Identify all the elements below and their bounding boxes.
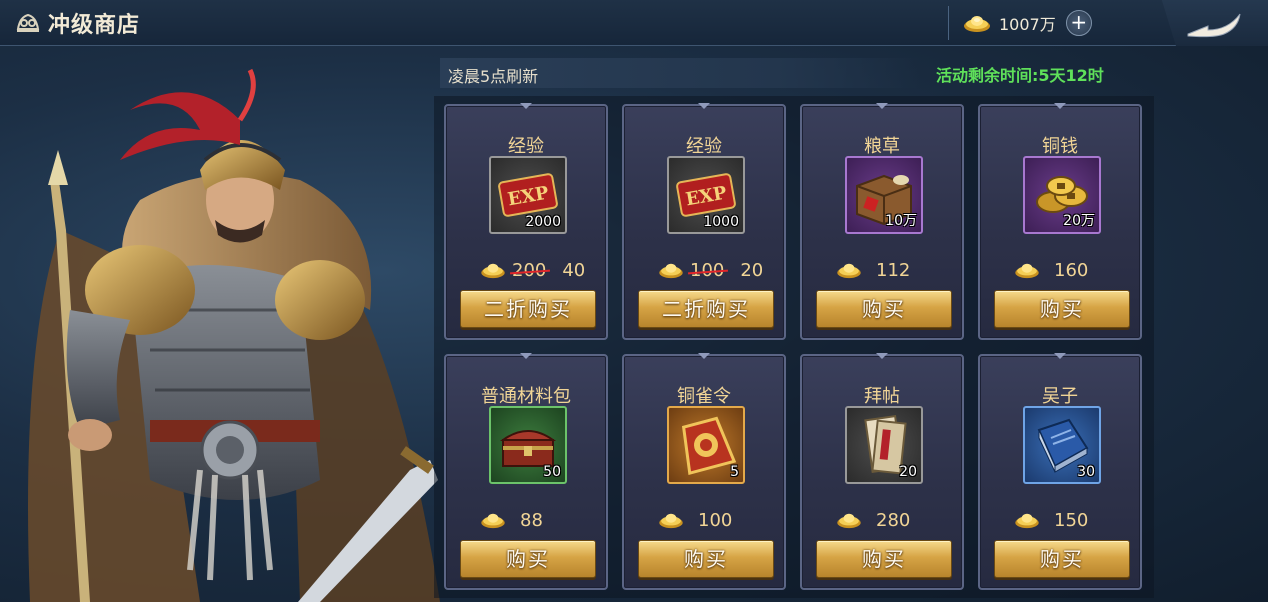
buy-button[interactable]: 购买 — [460, 540, 596, 578]
buy-button[interactable]: 购买 — [994, 290, 1130, 328]
card-notch — [1054, 103, 1066, 109]
general-character-art — [28, 68, 440, 602]
shop-card: 经验 EXP 2000 200 40 二折购买 — [444, 103, 608, 340]
item-name: 经验 — [508, 136, 544, 157]
item-quantity: 30 — [1077, 464, 1095, 480]
shop-card: 铜钱 20万 160 购买 — [978, 103, 1142, 340]
item-quantity: 10万 — [885, 213, 917, 229]
price-row: 112 — [836, 258, 910, 282]
buy-button[interactable]: 购买 — [994, 540, 1130, 578]
gold-ingot-icon — [481, 263, 505, 279]
gold-ingot-icon — [481, 513, 505, 529]
price-row: 200 40 — [480, 258, 585, 282]
original-price: 100 — [690, 259, 725, 281]
card-notch — [876, 353, 888, 359]
discount-buy-button[interactable]: 二折购买 — [638, 290, 774, 328]
price-row: 150 — [1014, 508, 1088, 532]
page-title: 冲级商店 — [48, 13, 141, 38]
back-button[interactable] — [1161, 0, 1268, 46]
shop-logo-icon — [16, 13, 40, 32]
item-slot[interactable]: 30 — [1023, 406, 1101, 484]
gold-ingot-icon — [837, 513, 861, 529]
shop-card: 粮草 10万 112 购买 — [800, 103, 964, 340]
shop-card: 普通材料包 50 88 购买 — [444, 353, 608, 590]
buy-button[interactable]: 购买 — [816, 290, 952, 328]
gold-ingot-icon — [1015, 263, 1039, 279]
item-name: 普通材料包 — [481, 386, 571, 407]
card-notch — [698, 103, 710, 109]
card-notch — [1054, 353, 1066, 359]
shop-card: 吴子 30 150 购买 — [978, 353, 1142, 590]
item-name: 粮草 — [864, 136, 900, 157]
card-notch — [698, 353, 710, 359]
refresh-bar: 凌晨5点刷新 — [440, 58, 920, 88]
discount-buy-button[interactable]: 二折购买 — [460, 290, 596, 328]
price-row: 280 — [836, 508, 910, 532]
item-slot[interactable]: EXP 1000 — [667, 156, 745, 234]
card-notch — [520, 353, 532, 359]
item-price: 112 — [876, 259, 911, 281]
card-notch — [876, 103, 888, 109]
price-row: 88 — [480, 508, 543, 532]
currency-value: 1007万 — [999, 15, 1056, 34]
item-quantity: 20 — [899, 464, 917, 480]
gold-ingot-icon — [659, 263, 683, 279]
item-name: 铜雀令 — [677, 386, 731, 407]
item-slot[interactable]: 5 — [667, 406, 745, 484]
item-name: 吴子 — [1042, 386, 1078, 407]
back-arrow-icon — [1187, 13, 1241, 38]
item-slot[interactable]: EXP 2000 — [489, 156, 567, 234]
buy-button[interactable]: 购买 — [816, 540, 952, 578]
shop-card: 经验 EXP 1000 100 20 二折购买 — [622, 103, 786, 340]
item-name: 铜钱 — [1042, 136, 1078, 157]
item-quantity: 50 — [543, 464, 561, 480]
discount-price: 20 — [740, 259, 764, 281]
item-quantity: 5 — [730, 464, 739, 480]
add-currency-button[interactable]: + — [1065, 10, 1092, 36]
item-slot[interactable]: 20万 — [1023, 156, 1101, 234]
price-row: 160 — [1014, 258, 1088, 282]
item-price: 160 — [1054, 259, 1089, 281]
item-price: 88 — [520, 509, 543, 531]
event-timer-text: 活动剩余时间:5天12时 — [936, 66, 1104, 85]
item-quantity: 20万 — [1063, 213, 1095, 229]
item-price: 100 — [698, 509, 733, 531]
discount-price: 40 — [562, 259, 586, 281]
gold-ingot-icon — [1015, 513, 1039, 529]
gold-ingot-icon — [837, 263, 861, 279]
refresh-time-text: 凌晨5点刷新 — [448, 67, 539, 86]
item-price: 280 — [876, 509, 911, 531]
price-row: 100 20 — [658, 258, 763, 282]
item-slot[interactable]: 50 — [489, 406, 567, 484]
top-bar: 冲级商店 1007万 + — [0, 0, 1268, 46]
price-row: 100 — [658, 508, 732, 532]
original-price: 200 — [512, 259, 547, 281]
currency-display: 1007万 + — [948, 6, 1096, 40]
card-notch — [520, 103, 532, 109]
item-slot[interactable]: 10万 — [845, 156, 923, 234]
item-price: 150 — [1054, 509, 1089, 531]
gold-ingot-icon — [964, 16, 990, 32]
buy-button[interactable]: 购买 — [638, 540, 774, 578]
item-quantity: 2000 — [525, 214, 561, 230]
item-slot[interactable]: 20 — [845, 406, 923, 484]
title-group: 冲级商店 — [14, 8, 140, 38]
item-name: 拜帖 — [864, 386, 900, 407]
shop-card: 拜帖 20 280 购买 — [800, 353, 964, 590]
shop-card: 铜雀令 5 100 购买 — [622, 353, 786, 590]
gold-ingot-icon — [659, 513, 683, 529]
shop-grid: 经验 EXP 2000 200 40 二折购买 经验 EXP 1000 100 … — [434, 96, 1154, 598]
item-quantity: 1000 — [703, 214, 739, 230]
item-name: 经验 — [686, 136, 722, 157]
